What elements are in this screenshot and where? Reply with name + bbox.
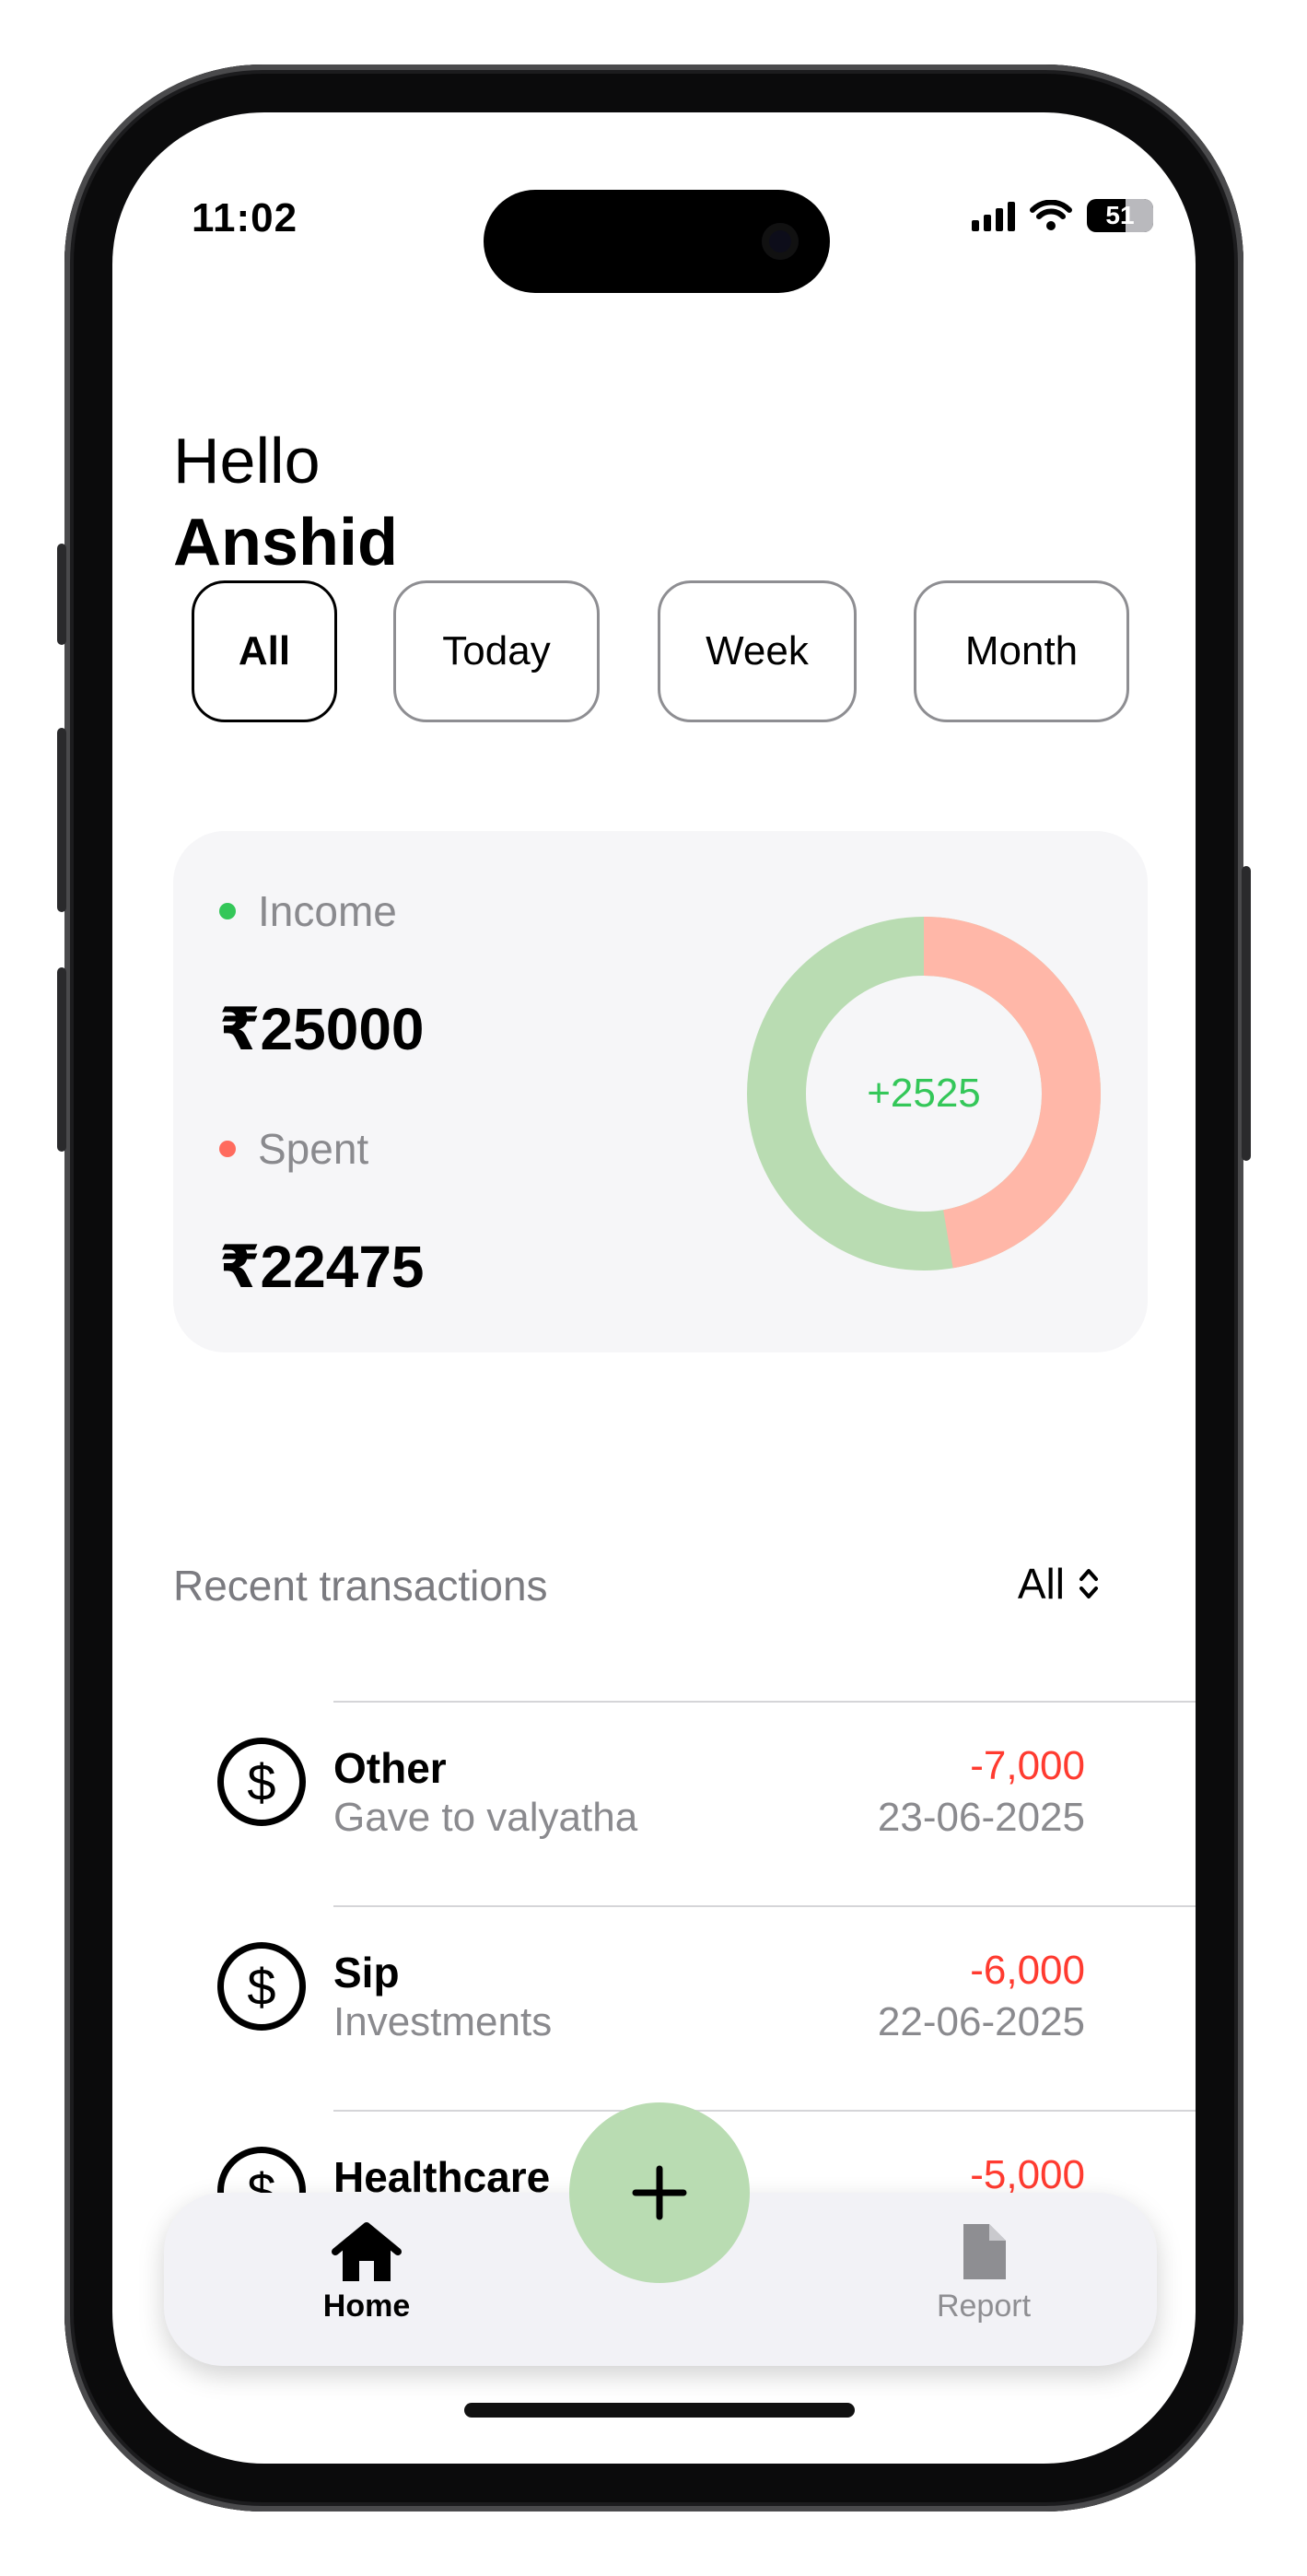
transaction-amount: -7,000: [970, 1743, 1085, 1788]
document-icon: [963, 2224, 1006, 2279]
spent-label: Spent: [258, 1125, 369, 1173]
greeting-hello: Hello: [173, 425, 321, 497]
spent-legend: Spent: [219, 1124, 368, 1174]
transaction-title: Sip: [333, 1949, 400, 1996]
spent-amount: ₹22475: [219, 1234, 425, 1300]
transaction-row[interactable]: $ Sip Investments -6,000 22-06-2025: [112, 1907, 1196, 2110]
summary-card: Income ₹25000 Spent ₹22475 +2525: [173, 831, 1148, 1352]
transaction-date: 23-06-2025: [877, 1795, 1085, 1840]
power-button: [1242, 866, 1251, 1161]
transaction-subtitle: Investments: [333, 1999, 553, 2044]
transactions-filter-dropdown[interactable]: All: [1018, 1559, 1100, 1609]
dynamic-island: [484, 190, 830, 293]
status-icons: 51: [972, 199, 1153, 232]
battery-icon: 51: [1087, 199, 1153, 232]
cellular-signal-icon: [972, 200, 1015, 231]
dollar-circle-icon: $: [217, 1942, 306, 2031]
transaction-title: Healthcare: [333, 2153, 551, 2193]
dollar-circle-icon: $: [217, 1738, 306, 1826]
greeting-name: Anshid: [173, 506, 398, 580]
filter-chip-week[interactable]: Week: [658, 580, 857, 722]
add-transaction-button[interactable]: [569, 2102, 750, 2283]
wifi-icon: [1030, 200, 1072, 230]
transaction-title: Other: [333, 1744, 447, 1792]
phone-frame: 11:02 51 Hello Anshid All Today Week Mon…: [57, 64, 1251, 2512]
dollar-circle-icon: $: [217, 2147, 306, 2193]
home-indicator: [464, 2403, 855, 2418]
plus-icon: [632, 2165, 687, 2220]
filter-chip-month[interactable]: Month: [914, 580, 1129, 722]
filter-chip-all[interactable]: All: [192, 580, 337, 722]
action-button: [57, 544, 66, 645]
transactions-filter-value: All: [1017, 1560, 1065, 1608]
tab-report-label: Report: [936, 2289, 1032, 2324]
spent-dot: [219, 1141, 236, 1157]
income-label: Income: [258, 887, 397, 935]
volume-down-button: [57, 967, 66, 1152]
transaction-amount: -5,000: [970, 2152, 1085, 2193]
tab-report[interactable]: Report: [892, 2220, 1076, 2324]
transaction-row[interactable]: $ Other Gave to valyatha -7,000 23-06-20…: [112, 1703, 1196, 1905]
front-camera-icon: [762, 223, 799, 260]
app-screen: 11:02 51 Hello Anshid All Today Week Mon…: [112, 112, 1196, 2464]
tab-home-label: Home: [322, 2289, 411, 2324]
income-dot: [219, 903, 236, 919]
volume-up-button: [57, 728, 66, 912]
recent-transactions-title: Recent transactions: [173, 1562, 548, 1610]
income-legend: Income: [219, 886, 397, 936]
transaction-amount: -6,000: [970, 1948, 1085, 1993]
transaction-date: 22-06-2025: [877, 1999, 1085, 2044]
house-icon: [332, 2222, 402, 2281]
net-balance: +2525: [867, 1071, 981, 1116]
battery-level: 51: [1105, 201, 1135, 229]
income-amount: ₹25000: [219, 996, 425, 1062]
tab-home[interactable]: Home: [274, 2220, 459, 2324]
transaction-subtitle: Gave to valyatha: [333, 1795, 638, 1840]
status-time: 11:02: [192, 195, 298, 240]
chevron-up-down-icon: [1079, 1569, 1098, 1598]
filter-chip-today[interactable]: Today: [393, 580, 600, 722]
